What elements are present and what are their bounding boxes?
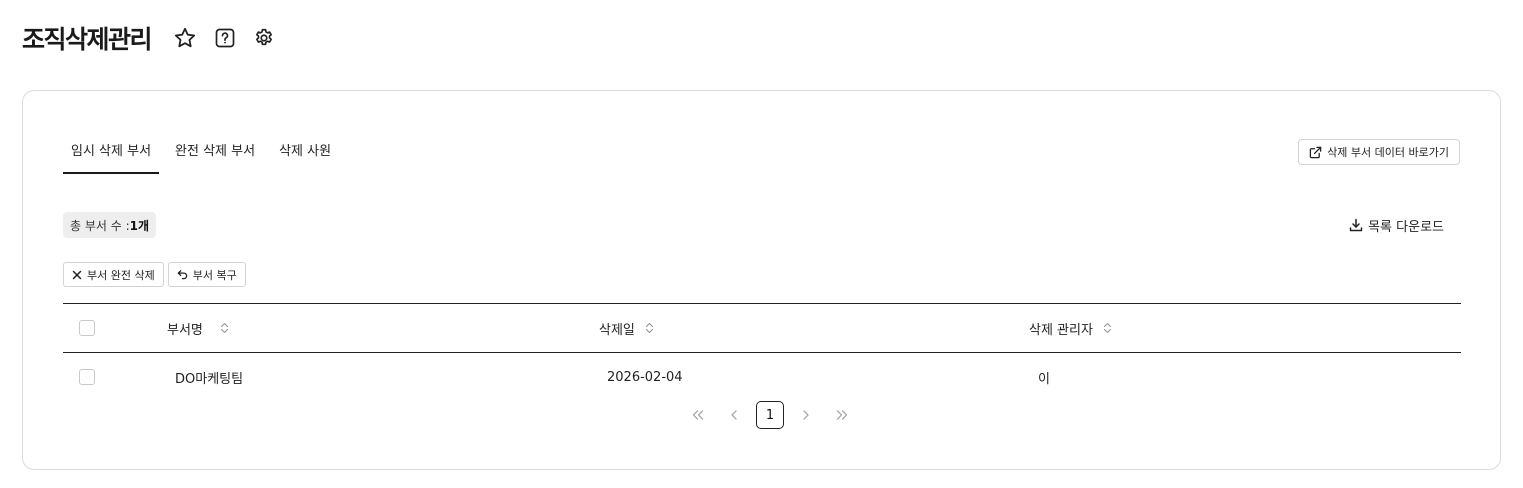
next-page-button[interactable] (792, 401, 820, 429)
column-header-deleted-by[interactable]: 삭제 관리자 (1029, 304, 1112, 352)
total-count-value: 1개 (129, 218, 150, 233)
undo-icon (177, 270, 187, 280)
close-icon (72, 270, 82, 279)
external-link-icon (1309, 146, 1322, 158)
page-number-button[interactable]: 1 (756, 401, 784, 429)
deleted-dept-table: 부서명 삭제일 삭제 관리자 DO마케팅팀 2026-02-04 이 (63, 303, 1461, 401)
sort-icon[interactable] (1103, 322, 1112, 334)
sort-icon[interactable] (645, 322, 654, 334)
main-card: 임시 삭제 부서 완전 삭제 부서 삭제 사원 삭제 부서 데이터 바로가기 총… (22, 90, 1501, 470)
double-chevron-right-icon (836, 410, 848, 420)
star-icon[interactable] (173, 26, 197, 50)
restore-dept-button[interactable]: 부서 복구 (167, 262, 246, 287)
total-count-badge: 총 부서 수 : 1개 (63, 212, 157, 238)
sort-icon[interactable] (220, 322, 229, 334)
download-icon (1349, 218, 1363, 232)
cell-dept-name: DO마케팅팀 (175, 371, 244, 387)
permanent-delete-label: 부서 완전 삭제 (87, 268, 155, 282)
column-label-deleted-by: 삭제 관리자 (1029, 322, 1093, 338)
link-button-label: 삭제 부서 데이터 바로가기 (1327, 146, 1449, 159)
column-header-deleted-date[interactable]: 삭제일 (599, 304, 654, 352)
help-icon[interactable] (213, 26, 237, 50)
column-label-dept-name: 부서명 (167, 322, 203, 338)
total-count-label: 총 부서 수 : (70, 218, 130, 233)
download-list-button[interactable]: 목록 다운로드 (1349, 215, 1444, 235)
gear-icon[interactable] (252, 26, 276, 50)
tab-temp-deleted-depts[interactable]: 임시 삭제 부서 (63, 141, 160, 174)
select-all-checkbox[interactable] (79, 320, 95, 336)
action-bar: 부서 완전 삭제 부서 복구 (63, 262, 250, 287)
permanent-delete-button[interactable]: 부서 완전 삭제 (63, 262, 164, 287)
table-header: 부서명 삭제일 삭제 관리자 (63, 303, 1461, 353)
cell-deleted-date: 2026-02-04 (607, 369, 683, 385)
chevron-left-icon (731, 410, 737, 420)
double-chevron-left-icon (692, 410, 704, 420)
restore-dept-label: 부서 복구 (192, 268, 237, 282)
first-page-button[interactable] (684, 401, 712, 429)
cell-deleted-by: 이 (1038, 371, 1050, 387)
page-header: 조직삭제관리 (22, 20, 276, 56)
tab-bar: 임시 삭제 부서 완전 삭제 부서 삭제 사원 (63, 141, 347, 174)
row-checkbox[interactable] (79, 369, 95, 385)
last-page-button[interactable] (828, 401, 856, 429)
deleted-dept-data-link-button[interactable]: 삭제 부서 데이터 바로가기 (1298, 139, 1460, 165)
prev-page-button[interactable] (720, 401, 748, 429)
download-label: 목록 다운로드 (1368, 219, 1444, 235)
chevron-right-icon (803, 410, 809, 420)
page-title: 조직삭제관리 (22, 25, 153, 54)
column-label-deleted-date: 삭제일 (599, 322, 635, 338)
column-header-dept-name[interactable]: 부서명 (167, 304, 229, 352)
tab-permanently-deleted-depts[interactable]: 완전 삭제 부서 (167, 141, 263, 174)
table-row[interactable]: DO마케팅팀 2026-02-04 이 (63, 353, 1461, 401)
pagination: 1 (680, 401, 860, 429)
tab-deleted-employees[interactable]: 삭제 사원 (271, 141, 339, 174)
